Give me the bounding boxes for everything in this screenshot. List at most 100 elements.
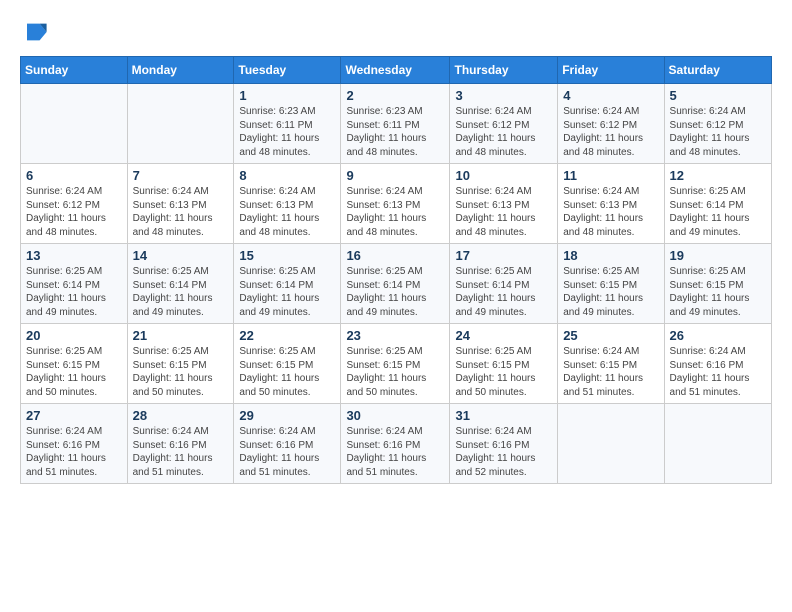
day-cell: 11 Sunrise: 6:24 AM Sunset: 6:13 PM Dayli… — [558, 164, 664, 244]
day-number: 10 — [455, 168, 552, 183]
day-info: Sunrise: 6:24 AM Sunset: 6:16 PM Dayligh… — [26, 425, 122, 479]
day-cell: 20Sunrise: 6:25 AM Sunset: 6:15 PM Dayli… — [21, 324, 128, 404]
day-number: 28 — [133, 408, 229, 423]
day-cell: 8 Sunrise: 6:24 AM Sunset: 6:13 PM Daylig… — [234, 164, 341, 244]
calendar-table: SundayMondayTuesdayWednesdayThursdayFrid… — [20, 56, 772, 484]
day-number: 11 — [563, 168, 658, 183]
day-number: 8 — [239, 168, 335, 183]
day-cell: 19 Sunrise: 6:25 AM Sunset: 6:15 PM Dayli… — [664, 244, 771, 324]
header-cell-saturday: Saturday — [664, 57, 771, 84]
day-info: Sunrise: 6:25 AM Sunset: 6:14 PM Dayligh… — [455, 265, 552, 319]
day-cell: 21 Sunrise: 6:25 AM Sunset: 6:15 PM Dayli… — [127, 324, 234, 404]
day-number: 31 — [455, 408, 552, 423]
header-cell-tuesday: Tuesday — [234, 57, 341, 84]
day-cell: 27 Sunrise: 6:24 AM Sunset: 6:16 PM Dayli… — [21, 404, 128, 484]
day-number: 16 — [346, 248, 444, 263]
day-cell: 4Sunrise: 6:24 AM Sunset: 6:12 PM Daylig… — [558, 84, 664, 164]
day-cell: 25 Sunrise: 6:24 AM Sunset: 6:15 PM Dayli… — [558, 324, 664, 404]
day-number: 3 — [455, 88, 552, 103]
day-info: Sunrise: 6:24 AM Sunset: 6:13 PM Dayligh… — [239, 185, 335, 239]
day-info: Sunrise: 6:25 AM Sunset: 6:15 PM Dayligh… — [563, 265, 658, 319]
header-row: SundayMondayTuesdayWednesdayThursdayFrid… — [21, 57, 772, 84]
day-number: 13 — [26, 248, 122, 263]
week-row-5: 27 Sunrise: 6:24 AM Sunset: 6:16 PM Dayli… — [21, 404, 772, 484]
day-info: Sunrise: 6:24 AM Sunset: 6:12 PM Dayligh… — [563, 105, 658, 159]
day-cell — [558, 404, 664, 484]
day-number: 6 — [26, 168, 122, 183]
day-info: Sunrise: 6:24 AM Sunset: 6:16 PM Dayligh… — [239, 425, 335, 479]
day-number: 17 — [455, 248, 552, 263]
header — [20, 18, 772, 46]
day-cell: 6Sunrise: 6:24 AM Sunset: 6:12 PM Daylig… — [21, 164, 128, 244]
header-cell-friday: Friday — [558, 57, 664, 84]
day-info: Sunrise: 6:25 AM Sunset: 6:15 PM Dayligh… — [670, 265, 766, 319]
day-number: 26 — [670, 328, 766, 343]
day-cell: 5 Sunrise: 6:24 AM Sunset: 6:12 PM Daylig… — [664, 84, 771, 164]
day-info: Sunrise: 6:25 AM Sunset: 6:14 PM Dayligh… — [239, 265, 335, 319]
day-cell: 12 Sunrise: 6:25 AM Sunset: 6:14 PM Dayli… — [664, 164, 771, 244]
page: SundayMondayTuesdayWednesdayThursdayFrid… — [0, 0, 792, 612]
day-info: Sunrise: 6:25 AM Sunset: 6:14 PM Dayligh… — [346, 265, 444, 319]
day-info: Sunrise: 6:24 AM Sunset: 6:16 PM Dayligh… — [670, 345, 766, 399]
day-cell: 10Sunrise: 6:24 AM Sunset: 6:13 PM Dayli… — [450, 164, 558, 244]
day-cell: 9 Sunrise: 6:24 AM Sunset: 6:13 PM Daylig… — [341, 164, 450, 244]
day-info: Sunrise: 6:25 AM Sunset: 6:15 PM Dayligh… — [346, 345, 444, 399]
day-number: 9 — [346, 168, 444, 183]
day-info: Sunrise: 6:24 AM Sunset: 6:15 PM Dayligh… — [563, 345, 658, 399]
day-cell: 26 Sunrise: 6:24 AM Sunset: 6:16 PM Dayli… — [664, 324, 771, 404]
day-cell: 7 Sunrise: 6:24 AM Sunset: 6:13 PM Daylig… — [127, 164, 234, 244]
day-info: Sunrise: 6:25 AM Sunset: 6:15 PM Dayligh… — [455, 345, 552, 399]
day-number: 21 — [133, 328, 229, 343]
calendar-header: SundayMondayTuesdayWednesdayThursdayFrid… — [21, 57, 772, 84]
day-cell: 14Sunrise: 6:25 AM Sunset: 6:14 PM Dayli… — [127, 244, 234, 324]
day-info: Sunrise: 6:24 AM Sunset: 6:12 PM Dayligh… — [670, 105, 766, 159]
day-number: 25 — [563, 328, 658, 343]
day-number: 24 — [455, 328, 552, 343]
logo-icon — [20, 18, 48, 46]
day-info: Sunrise: 6:24 AM Sunset: 6:13 PM Dayligh… — [563, 185, 658, 239]
day-cell: 24 Sunrise: 6:25 AM Sunset: 6:15 PM Dayli… — [450, 324, 558, 404]
day-info: Sunrise: 6:24 AM Sunset: 6:12 PM Dayligh… — [455, 105, 552, 159]
week-row-2: 6Sunrise: 6:24 AM Sunset: 6:12 PM Daylig… — [21, 164, 772, 244]
day-number: 15 — [239, 248, 335, 263]
day-info: Sunrise: 6:25 AM Sunset: 6:15 PM Dayligh… — [239, 345, 335, 399]
day-number: 20 — [26, 328, 122, 343]
day-number: 1 — [239, 88, 335, 103]
day-cell — [127, 84, 234, 164]
day-cell: 23 Sunrise: 6:25 AM Sunset: 6:15 PM Dayli… — [341, 324, 450, 404]
day-info: Sunrise: 6:24 AM Sunset: 6:13 PM Dayligh… — [133, 185, 229, 239]
day-info: Sunrise: 6:24 AM Sunset: 6:13 PM Dayligh… — [346, 185, 444, 239]
day-cell: 29 Sunrise: 6:24 AM Sunset: 6:16 PM Dayli… — [234, 404, 341, 484]
day-number: 23 — [346, 328, 444, 343]
day-number: 12 — [670, 168, 766, 183]
day-info: Sunrise: 6:24 AM Sunset: 6:16 PM Dayligh… — [455, 425, 552, 479]
week-row-1: 1 Sunrise: 6:23 AM Sunset: 6:11 PM Daylig… — [21, 84, 772, 164]
logo — [20, 18, 52, 46]
day-info: Sunrise: 6:25 AM Sunset: 6:14 PM Dayligh… — [670, 185, 766, 239]
calendar-body: 1 Sunrise: 6:23 AM Sunset: 6:11 PM Daylig… — [21, 84, 772, 484]
day-number: 27 — [26, 408, 122, 423]
week-row-3: 13 Sunrise: 6:25 AM Sunset: 6:14 PM Dayli… — [21, 244, 772, 324]
header-cell-thursday: Thursday — [450, 57, 558, 84]
day-cell: 15 Sunrise: 6:25 AM Sunset: 6:14 PM Dayli… — [234, 244, 341, 324]
header-cell-monday: Monday — [127, 57, 234, 84]
day-cell: 18 Sunrise: 6:25 AM Sunset: 6:15 PM Dayli… — [558, 244, 664, 324]
day-cell: 30Sunrise: 6:24 AM Sunset: 6:16 PM Dayli… — [341, 404, 450, 484]
day-info: Sunrise: 6:25 AM Sunset: 6:15 PM Dayligh… — [133, 345, 229, 399]
day-number: 18 — [563, 248, 658, 263]
day-info: Sunrise: 6:23 AM Sunset: 6:11 PM Dayligh… — [239, 105, 335, 159]
day-cell: 2Sunrise: 6:23 AM Sunset: 6:11 PM Daylig… — [341, 84, 450, 164]
day-number: 29 — [239, 408, 335, 423]
day-number: 2 — [346, 88, 444, 103]
header-cell-wednesday: Wednesday — [341, 57, 450, 84]
day-number: 5 — [670, 88, 766, 103]
day-number: 14 — [133, 248, 229, 263]
day-info: Sunrise: 6:25 AM Sunset: 6:14 PM Dayligh… — [26, 265, 122, 319]
header-cell-sunday: Sunday — [21, 57, 128, 84]
day-info: Sunrise: 6:24 AM Sunset: 6:16 PM Dayligh… — [346, 425, 444, 479]
day-number: 19 — [670, 248, 766, 263]
day-number: 7 — [133, 168, 229, 183]
day-info: Sunrise: 6:24 AM Sunset: 6:16 PM Dayligh… — [133, 425, 229, 479]
day-cell — [21, 84, 128, 164]
day-cell: 16 Sunrise: 6:25 AM Sunset: 6:14 PM Dayli… — [341, 244, 450, 324]
